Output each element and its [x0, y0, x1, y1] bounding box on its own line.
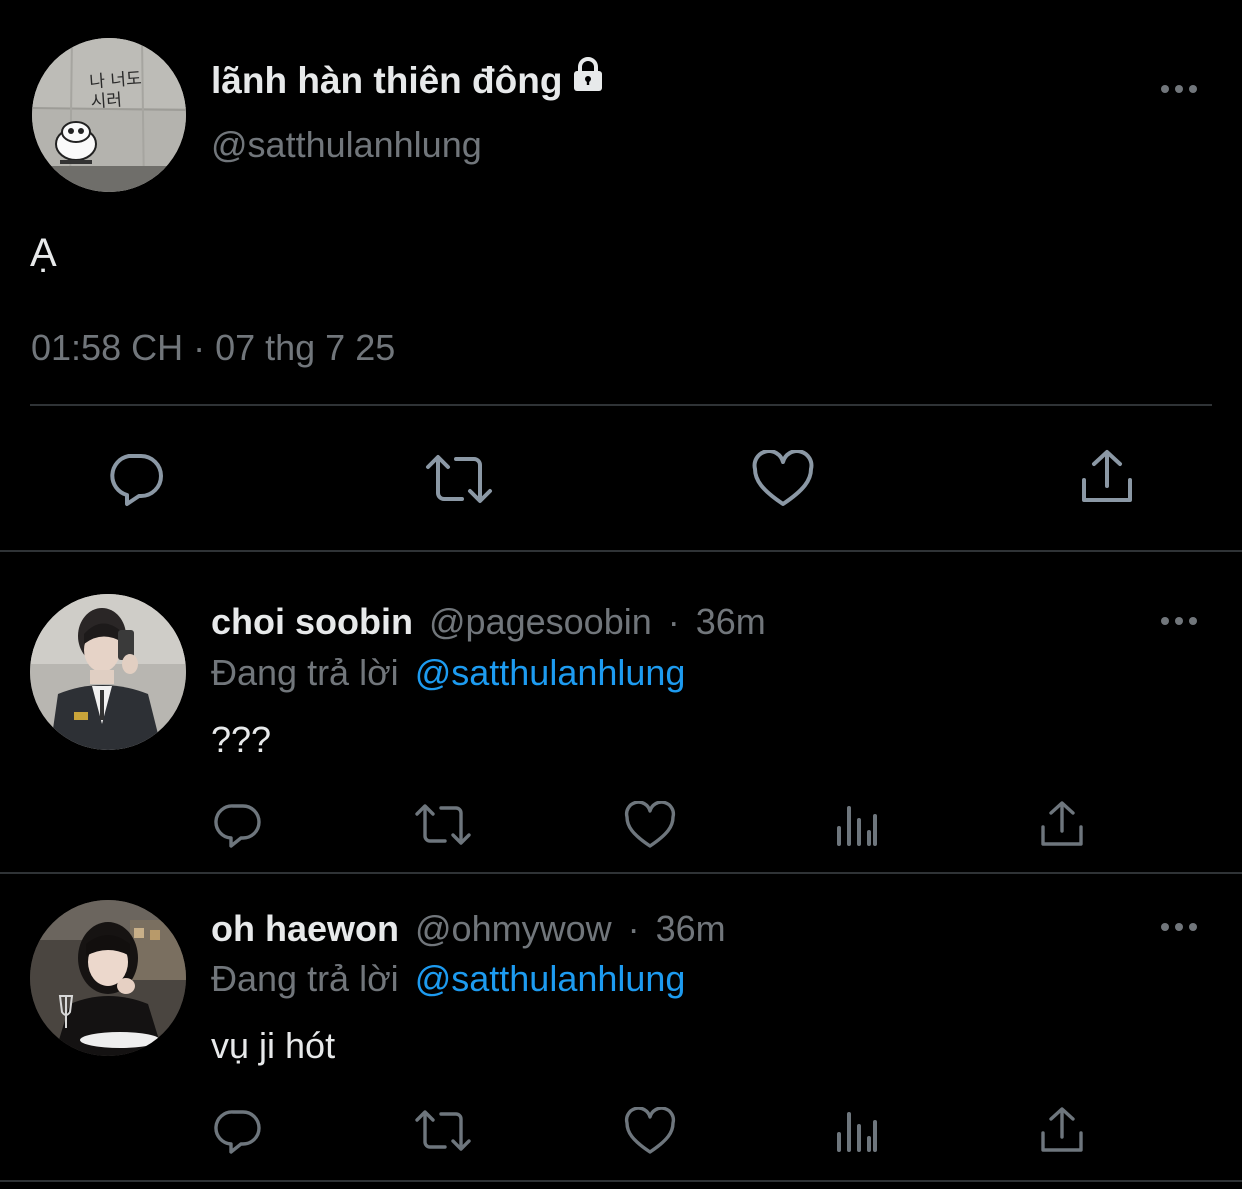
share-icon[interactable]	[1038, 1106, 1086, 1154]
tweet-text: ???	[211, 719, 272, 760]
avatar-photo	[30, 594, 186, 750]
handle[interactable]: @pagesoobin	[429, 601, 652, 642]
handle[interactable]: @ohmywow	[415, 908, 612, 949]
display-name[interactable]: lãnh hàn thiên đông	[211, 55, 608, 107]
more-options-icon[interactable]	[1161, 617, 1197, 625]
avatar[interactable]: 나 너도 시러	[32, 38, 186, 192]
time[interactable]: 36m	[696, 601, 766, 642]
avatar[interactable]	[30, 594, 186, 750]
replying-prefix: Đang trả lời	[211, 652, 399, 693]
replying-to: Đang trả lời @satthulanhlung	[211, 649, 685, 697]
retweet-icon[interactable]	[414, 800, 472, 850]
mention-link[interactable]: @satthulanhlung	[415, 958, 686, 999]
like-icon[interactable]	[624, 801, 676, 849]
tweet-text: Ạ	[30, 231, 57, 275]
time[interactable]: 36m	[656, 908, 726, 949]
avatar-wall-image	[32, 38, 186, 192]
display-name[interactable]: choi soobin	[211, 601, 413, 642]
divider	[0, 872, 1242, 874]
reply-header: choi soobin @pagesoobin · 36m	[211, 598, 766, 646]
timestamp[interactable]: 01:58 CH · 07 thg 7 25	[31, 325, 395, 371]
like-icon[interactable]	[624, 1107, 676, 1155]
display-name-text: lãnh hàn thiên đông	[211, 60, 563, 101]
reply-header: oh haewon @ohmywow · 36m	[211, 905, 726, 953]
retweet-icon[interactable]	[414, 1106, 472, 1156]
like-icon[interactable]	[752, 450, 814, 508]
replying-prefix: Đang trả lời	[211, 958, 399, 999]
more-options-icon[interactable]	[1161, 85, 1197, 93]
mention-link[interactable]: @satthulanhlung	[415, 652, 686, 693]
avatar-photo	[30, 900, 186, 1056]
replying-to: Đang trả lời @satthulanhlung	[211, 955, 685, 1003]
views-icon[interactable]	[834, 802, 880, 848]
reply-icon[interactable]	[213, 800, 263, 850]
tweet-text: vụ ji hót	[211, 1025, 336, 1066]
display-name[interactable]: oh haewon	[211, 908, 399, 949]
avatar-graffiti: 나 너도 시러	[88, 68, 143, 113]
lock-icon	[568, 55, 608, 107]
divider	[0, 550, 1242, 552]
share-icon[interactable]	[1078, 448, 1136, 506]
views-icon[interactable]	[834, 1108, 880, 1154]
retweet-icon[interactable]	[424, 449, 494, 509]
reply-icon[interactable]	[213, 1106, 263, 1156]
handle[interactable]: @satthulanhlung	[211, 122, 482, 168]
more-options-icon[interactable]	[1161, 923, 1197, 931]
reply-icon[interactable]	[105, 448, 165, 508]
separator-dot: ·	[667, 601, 680, 642]
divider	[0, 1180, 1242, 1182]
share-icon[interactable]	[1038, 800, 1086, 848]
separator-dot: ·	[627, 908, 640, 949]
avatar[interactable]	[30, 900, 186, 1056]
divider	[30, 404, 1212, 406]
